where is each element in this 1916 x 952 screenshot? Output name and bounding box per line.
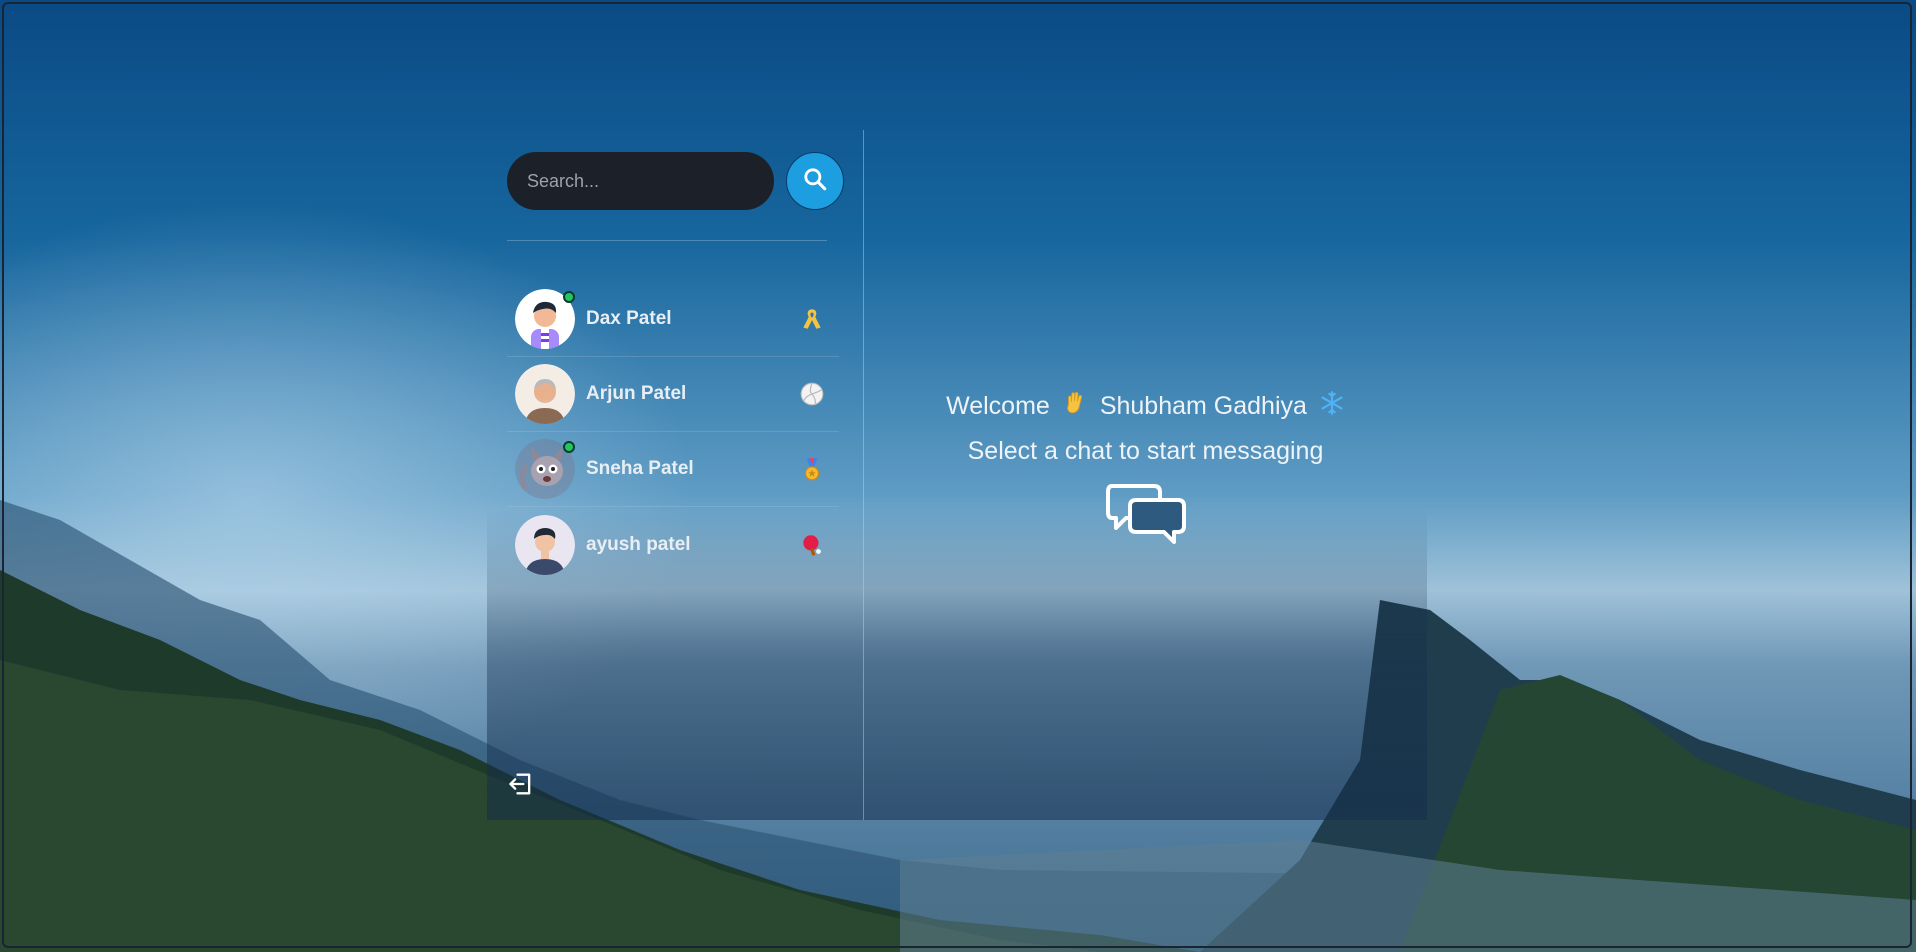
search-input[interactable] — [507, 152, 774, 210]
search-icon — [802, 166, 828, 197]
conversation-name: Arjun Patel — [586, 383, 687, 404]
medal-icon — [799, 456, 825, 482]
snowflake-icon — [1319, 390, 1345, 423]
conversation-item[interactable]: ayush patel — [507, 507, 839, 582]
welcome-greeting: Welcome — [946, 392, 1050, 420]
conversation-list: Dax Patel Arjun Patel Sneha Patel ayush … — [507, 282, 839, 582]
online-indicator — [563, 291, 575, 303]
welcome-heading: Welcome Shubham Gadhiya — [864, 390, 1427, 423]
online-indicator — [563, 441, 575, 453]
avatar-image — [515, 514, 575, 575]
sidebar-divider — [507, 240, 827, 241]
avatar-image — [515, 364, 575, 424]
search-bar — [507, 152, 844, 210]
yellow-ribbon-icon — [799, 306, 825, 332]
logout-icon — [507, 773, 535, 802]
avatar — [515, 439, 575, 499]
ping-pong-icon — [799, 532, 825, 558]
avatar — [515, 514, 575, 575]
conversation-name: Sneha Patel — [586, 458, 694, 479]
chat-bubbles-icon — [864, 482, 1427, 546]
logout-button[interactable] — [507, 770, 535, 798]
avatar — [515, 289, 575, 349]
welcome-user-name: Shubham Gadhiya — [1099, 392, 1307, 420]
welcome-subtitle: Select a chat to start messaging — [967, 437, 1324, 465]
conversation-name: ayush patel — [586, 533, 691, 555]
waving-hand-icon — [1062, 390, 1088, 423]
search-button[interactable] — [786, 152, 844, 210]
conversation-item[interactable]: Arjun Patel — [507, 357, 839, 432]
sidebar: Dax Patel Arjun Patel — [487, 130, 864, 820]
volleyball-icon — [799, 381, 825, 407]
conversation-item[interactable]: Sneha Patel — [507, 432, 839, 507]
avatar — [515, 364, 575, 424]
welcome-panel: Welcome Shubham Gadhiya Select a chat to… — [864, 390, 1427, 546]
conversation-name: Dax Patel — [586, 308, 672, 329]
conversation-item[interactable]: Dax Patel — [507, 282, 839, 357]
